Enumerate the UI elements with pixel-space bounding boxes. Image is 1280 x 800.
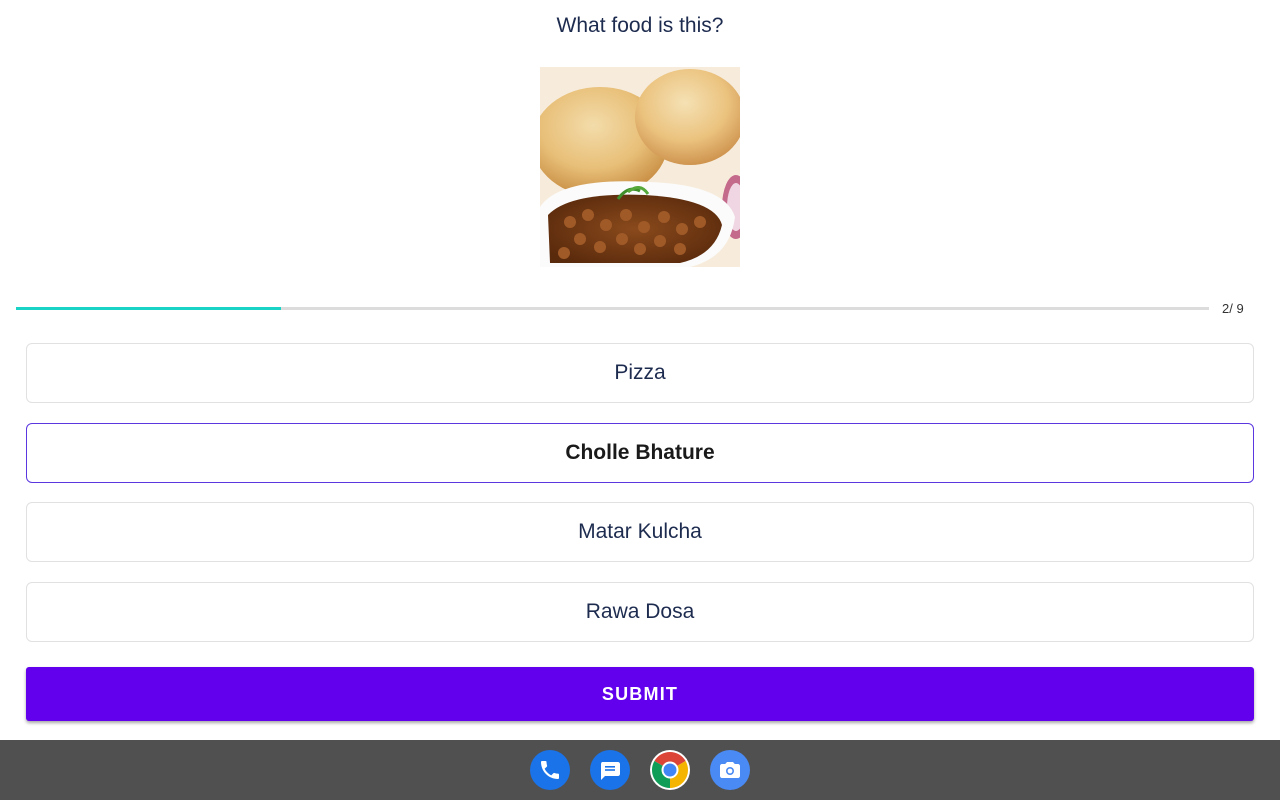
food-image: [540, 67, 740, 267]
chrome-icon[interactable]: [650, 750, 690, 790]
question-text: What food is this?: [556, 14, 724, 37]
camera-icon[interactable]: [710, 750, 750, 790]
option-label: Rawa Dosa: [585, 600, 695, 623]
option-label: Cholle Bhature: [565, 441, 715, 464]
option-rawa-dosa[interactable]: Rawa Dosa: [26, 582, 1254, 642]
option-matar-kulcha[interactable]: Matar Kulcha: [26, 502, 1254, 562]
taskbar: [0, 740, 1280, 800]
progress-counter: 2/ 9: [1222, 301, 1244, 316]
option-label: Matar Kulcha: [578, 520, 702, 543]
phone-icon[interactable]: [530, 750, 570, 790]
submit-button[interactable]: SUBMIT: [26, 667, 1254, 721]
option-label: Pizza: [614, 361, 666, 384]
option-pizza[interactable]: Pizza: [26, 343, 1254, 403]
option-cholle-bhature[interactable]: Cholle Bhature: [26, 423, 1254, 483]
progress-fill: [16, 307, 281, 310]
quiz-screen: What food is this? 2/ 9 Pizza Cholle Bha…: [0, 0, 1280, 800]
progress-bar: [16, 307, 1209, 310]
messages-icon[interactable]: [590, 750, 630, 790]
